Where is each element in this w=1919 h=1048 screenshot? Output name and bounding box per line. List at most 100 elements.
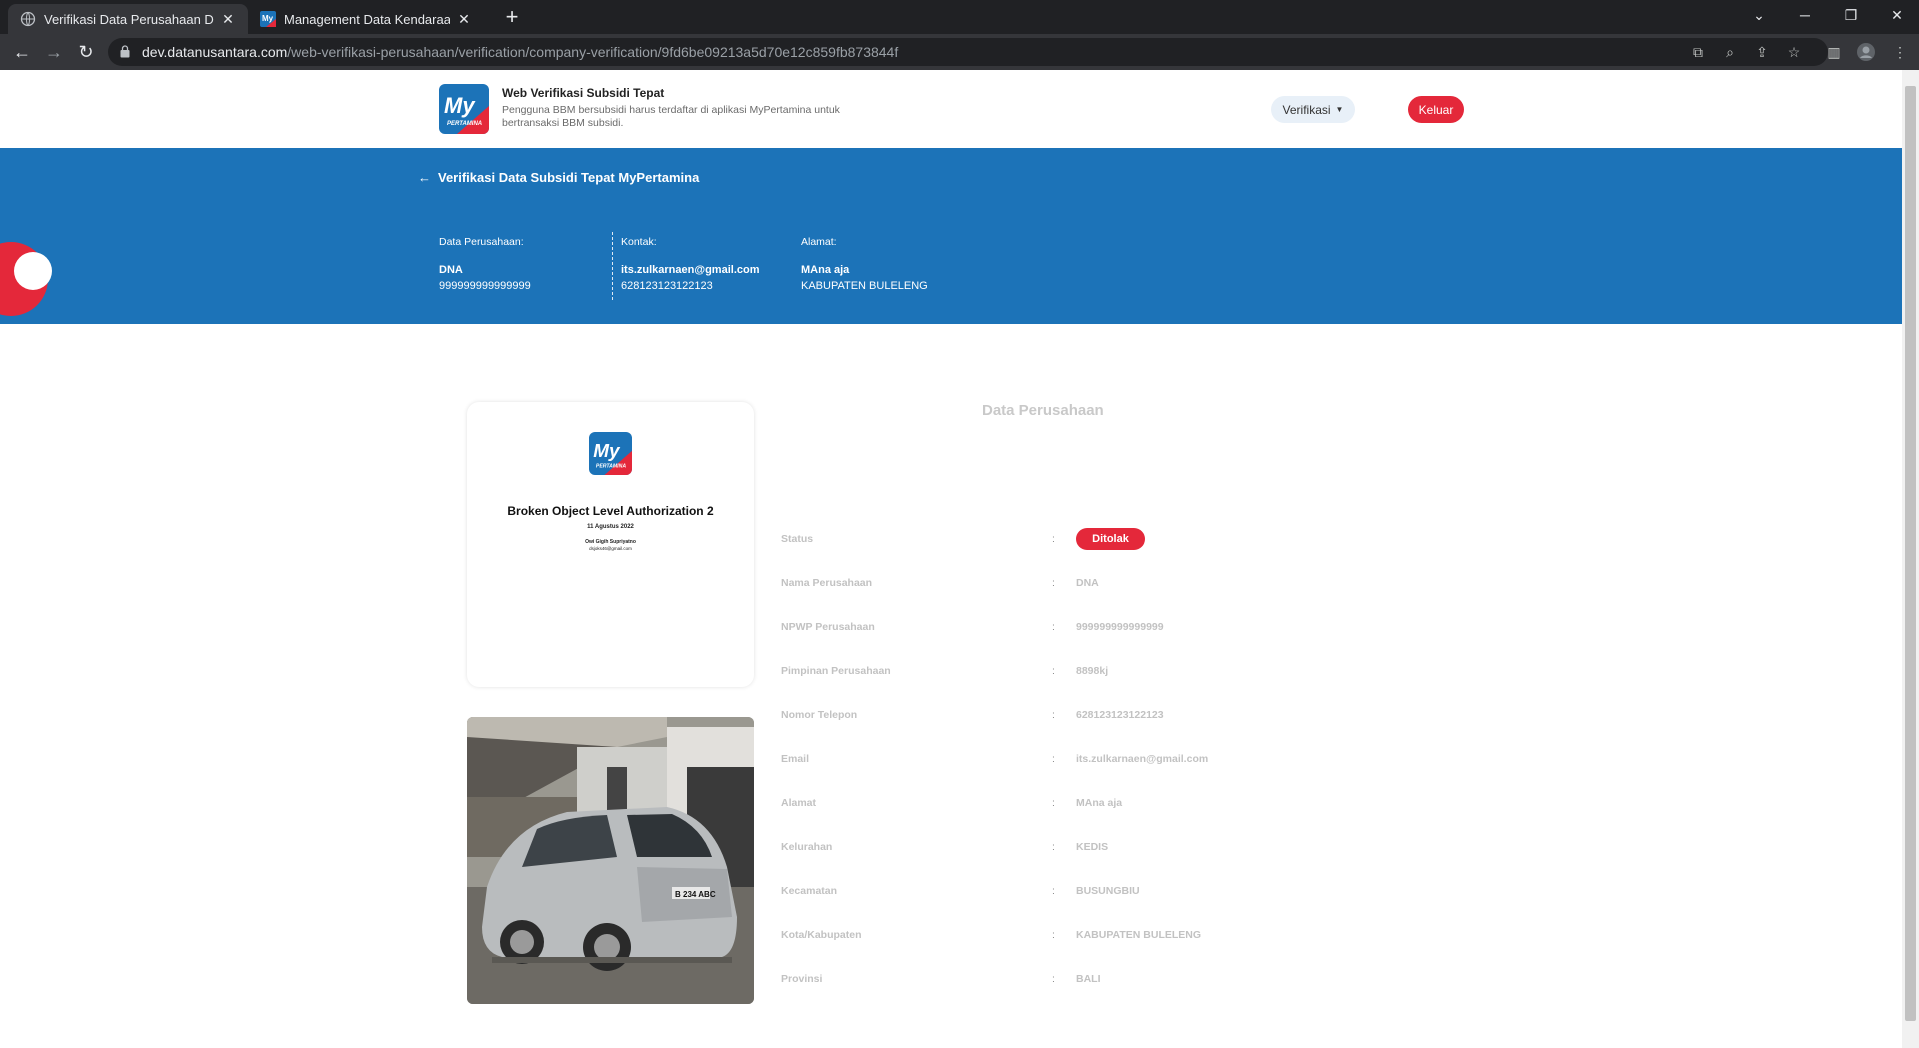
vehicle-photo[interactable]: B 234 ABC <box>467 717 754 1004</box>
address-line1: MAna aja <box>801 264 850 276</box>
document-name: Owi Gigih Supriyatno <box>585 539 636 545</box>
svg-text:My: My <box>593 441 621 462</box>
detail-value: KABUPATEN BULELENG <box>1076 929 1202 941</box>
svg-text:My: My <box>262 14 274 23</box>
row-colon: : <box>1052 709 1055 721</box>
back-icon[interactable]: ← <box>10 40 34 64</box>
document-title: Broken Object Level Authorization 2 <box>507 504 714 518</box>
verifikasi-dropdown[interactable]: Verifikasi ▼ <box>1271 96 1355 123</box>
address-label: Alamat: <box>801 236 837 248</box>
row-colon: : <box>1052 885 1055 897</box>
row-colon: : <box>1052 577 1055 589</box>
brand-subtitle: Pengguna BBM bersubsidi harus terdaftar … <box>502 104 840 129</box>
decorative-white-circle <box>14 252 52 290</box>
address-bar[interactable]: dev.datanusantara.com/web-verifikasi-per… <box>108 38 1828 66</box>
svg-text:PERTAMINA: PERTAMINA <box>596 463 626 469</box>
new-tab-button[interactable]: + <box>500 6 524 30</box>
tab-title: Verifikasi Data Perusahaan DNA <box>44 11 214 27</box>
detail-label: Kota/Kabupaten <box>781 929 862 941</box>
status-badge: Ditolak <box>1076 528 1145 550</box>
hero-title[interactable]: Verifikasi Data Subsidi Tepat MyPertamin… <box>438 170 699 185</box>
document-email: dsjoks46@gmail.com <box>589 546 632 551</box>
detail-value: DNA <box>1076 577 1099 589</box>
mypertamina-favicon-icon: My <box>260 11 276 27</box>
back-arrow-icon[interactable]: ← <box>418 170 431 185</box>
keluar-button[interactable]: Keluar <box>1408 96 1464 123</box>
reload-icon[interactable]: ↻ <box>74 40 98 64</box>
document-date: 11 Agustus 2022 <box>587 524 634 530</box>
share-icon[interactable]: ⇪ <box>1752 42 1772 62</box>
url-text: dev.datanusantara.com/web-verifikasi-per… <box>142 44 898 60</box>
hero-divider <box>612 232 613 300</box>
row-colon: : <box>1052 621 1055 633</box>
row-colon: : <box>1052 973 1055 985</box>
zoom-icon[interactable]: ⌕ <box>1720 42 1740 62</box>
section-title: Data Perusahaan <box>982 402 1104 419</box>
minimize-icon[interactable]: ─ <box>1782 0 1828 30</box>
url-path: /web-verifikasi-perusahaan/verification/… <box>287 44 899 60</box>
address-line2: KABUPATEN BULELENG <box>801 280 928 292</box>
detail-value: 8898kj <box>1076 665 1109 677</box>
side-panel-icon[interactable]: ▥ <box>1824 42 1844 62</box>
detail-label: Nama Perusahaan <box>781 577 873 589</box>
detail-label: Kelurahan <box>781 841 833 853</box>
document-preview-card[interactable]: My PERTAMINA Broken Object Level Authori… <box>467 402 754 687</box>
forward-icon[interactable]: → <box>42 40 66 64</box>
company-id: 999999999999999 <box>439 280 531 292</box>
translate-icon[interactable]: ⧉ <box>1688 42 1708 62</box>
browser-tab-bar: Verifikasi Data Perusahaan DNA ✕ My Mana… <box>0 0 1919 34</box>
browser-tab-management[interactable]: My Management Data Kendaraan Pr ✕ <box>248 4 484 34</box>
browser-tab-verifikasi[interactable]: Verifikasi Data Perusahaan DNA ✕ <box>8 4 248 34</box>
detail-label: Alamat <box>781 797 817 809</box>
detail-value: BALI <box>1076 973 1101 985</box>
page-viewport: My PERTAMINA Web Verifikasi Subsidi Tepa… <box>0 70 1902 1048</box>
document-logo: My PERTAMINA <box>589 432 632 475</box>
svg-text:PERTAMINA: PERTAMINA <box>447 121 482 127</box>
detail-label: Email <box>781 753 810 765</box>
profile-avatar-icon[interactable] <box>1856 42 1876 62</box>
window-close-icon[interactable]: ✕ <box>1874 0 1919 30</box>
mypertamina-logo[interactable]: My PERTAMINA <box>439 84 489 134</box>
restore-icon[interactable]: ❐ <box>1828 0 1874 30</box>
detail-value: BUSUNGBIU <box>1076 885 1140 897</box>
contact-email: its.zulkarnaen@gmail.com <box>621 264 760 276</box>
contact-phone: 628123123122123 <box>621 280 713 292</box>
detail-value: 999999999999999 <box>1076 621 1164 633</box>
detail-label: Provinsi <box>781 973 823 985</box>
row-colon: : <box>1052 665 1055 677</box>
lock-icon[interactable] <box>120 45 130 58</box>
bookmark-star-icon[interactable]: ☆ <box>1784 42 1804 62</box>
tab-search-icon[interactable]: ⌄ <box>1736 0 1782 30</box>
scrollbar-thumb[interactable] <box>1905 86 1916 1021</box>
contact-label: Kontak: <box>621 236 657 248</box>
row-colon: : <box>1052 929 1055 941</box>
row-colon: : <box>1052 533 1055 545</box>
detail-label: NPWP Perusahaan <box>781 621 875 633</box>
detail-value: MAna aja <box>1076 797 1123 809</box>
kebab-menu-icon[interactable]: ⋮ <box>1890 42 1910 62</box>
close-icon[interactable]: ✕ <box>456 11 472 28</box>
url-host: dev.datanusantara.com <box>142 44 288 60</box>
globe-icon <box>20 11 36 27</box>
verifikasi-label: Verifikasi <box>1282 102 1331 117</box>
detail-value: KEDIS <box>1076 841 1109 853</box>
detail-value: 628123123122123 <box>1076 709 1164 721</box>
page-scrollbar[interactable] <box>1902 70 1919 1048</box>
caret-down-icon: ▼ <box>1335 105 1344 114</box>
row-colon: : <box>1052 797 1055 809</box>
browser-toolbar: ← → ↻ dev.datanusantara.com/web-verifika… <box>0 34 1919 70</box>
detail-value: its.zulkarnaen@gmail.com <box>1076 753 1209 765</box>
row-colon: : <box>1052 841 1055 853</box>
status-label: Status <box>781 533 814 545</box>
detail-label: Nomor Telepon <box>781 709 858 721</box>
brand-title: Web Verifikasi Subsidi Tepat <box>502 86 665 100</box>
row-colon: : <box>1052 753 1055 765</box>
company-label: Data Perusahaan: <box>439 236 524 248</box>
hero-banner: ← Verifikasi Data Subsidi Tepat MyPertam… <box>0 148 1902 324</box>
close-icon[interactable]: ✕ <box>220 11 236 28</box>
company-name: DNA <box>439 264 463 276</box>
svg-text:B 234 ABC: B 234 ABC <box>675 890 716 899</box>
tab-title: Management Data Kendaraan Pr <box>284 11 450 27</box>
svg-text:My: My <box>444 93 476 118</box>
detail-label: Kecamatan <box>781 885 838 897</box>
